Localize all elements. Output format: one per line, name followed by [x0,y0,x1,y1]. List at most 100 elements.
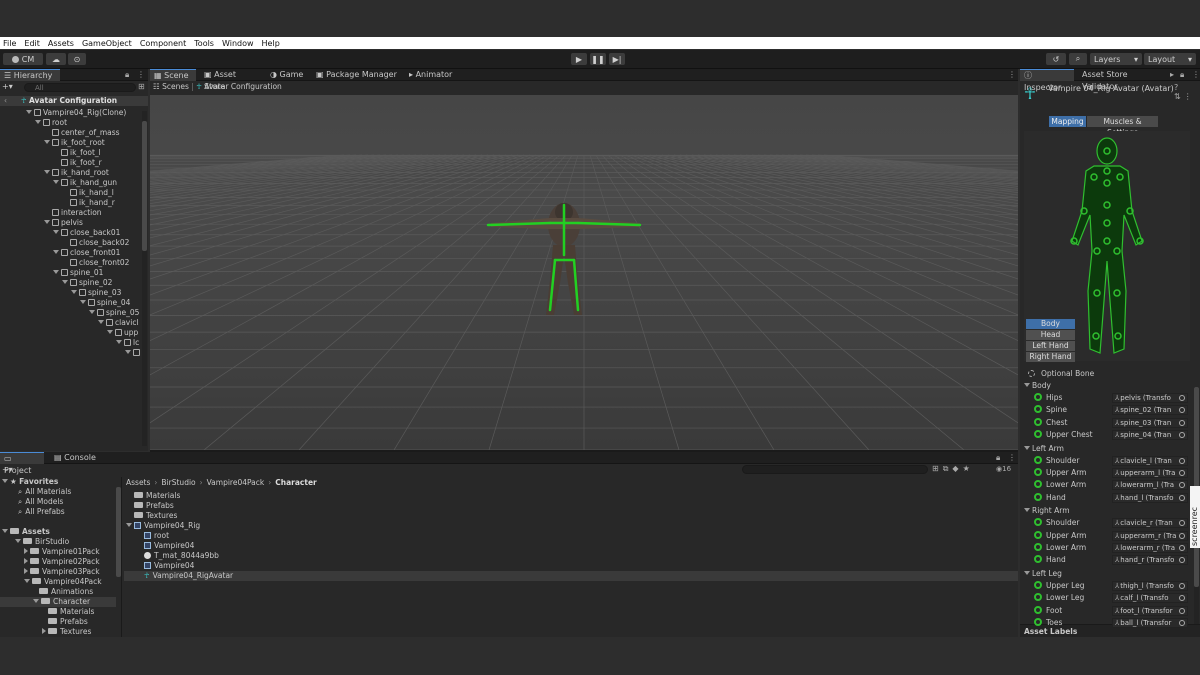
project-folder-item[interactable]: Textures [0,627,116,637]
object-picker-icon[interactable] [1179,470,1185,476]
object-picker-icon[interactable] [1179,582,1185,589]
inspector-header-icons[interactable]: ?⇅⋮ [1174,83,1200,101]
project-file-item[interactable]: Prefabs [124,501,1018,511]
step-button[interactable]: ▶| [609,53,625,65]
hierarchy-item[interactable]: close_back02 [62,238,129,248]
hierarchy-item[interactable]: close_front02 [62,258,129,268]
expand-arrow-icon[interactable] [44,140,50,144]
bone-transform-field[interactable]: ⅄ball_l (Transfor [1112,618,1188,628]
object-picker-icon[interactable] [1179,482,1185,489]
project-folder-item[interactable]: Vampire03Pack [0,567,116,577]
pause-button[interactable]: ❚❚ [590,53,606,65]
object-picker-icon[interactable] [1179,457,1185,464]
project-file-item[interactable]: T_mat_8044a9bb [124,551,1018,561]
more-icon[interactable]: ⋮ [1008,70,1016,79]
tab-asset-store[interactable]: ▣ Asset Store [200,69,262,91]
expand-arrow-icon[interactable] [53,180,59,184]
hierarchy-item[interactable]: ik_hand_gun [53,178,117,188]
tab-game[interactable]: ◑ Game [266,69,308,81]
expand-arrow-icon[interactable] [89,310,95,314]
bone-transform-field[interactable]: ⅄hand_r (Transfo [1112,555,1188,566]
add-icon[interactable]: +▾ [2,465,13,474]
project-folder-item[interactable]: Prefabs [0,617,116,627]
expand-arrow-icon[interactable] [35,120,41,124]
project-folder-item[interactable]: Animations [0,587,116,597]
object-picker-icon[interactable] [1179,494,1185,501]
asset-labels-header[interactable]: Asset Labels [1024,627,1077,636]
hierarchy-item[interactable]: interaction [44,208,102,218]
expand-arrow-icon[interactable] [24,568,28,574]
expand-arrow-icon[interactable] [53,250,59,254]
expand-arrow-icon[interactable] [98,320,104,324]
bone-transform-field[interactable]: ⅄thigh_l (Transfo [1112,580,1188,591]
breadcrumb-item[interactable]: Assets [126,478,150,487]
breadcrumb-scenes[interactable]: Scenes [162,82,189,91]
lock-icon[interactable]: 🔒︎ [125,70,129,80]
search-button[interactable]: ⌕ [1069,53,1087,65]
hierarchy-item[interactable]: spine_04 [80,298,130,308]
collab-button[interactable]: ⊙ [68,53,86,65]
lock-icon[interactable]: 🔒︎ [1180,70,1184,80]
hierarchy-item[interactable]: clavicl [98,318,139,328]
hierarchy-item[interactable]: pelvis [44,218,83,228]
hierarchy-scrollbar[interactable] [142,111,147,446]
account-button[interactable]: CM [3,53,43,65]
expand-arrow-icon[interactable] [62,280,68,284]
bone-transform-field[interactable]: ⅄calf_l (Transfo [1112,593,1188,604]
hierarchy-item[interactable]: ik_hand_r [62,198,115,208]
hierarchy-item[interactable]: center_of_mass [44,128,120,138]
body-part-button-right-hand[interactable]: Right Hand [1026,352,1075,362]
project-folder-item[interactable]: Materials [0,607,116,617]
menu-item-edit[interactable]: Edit [24,39,40,48]
expand-arrow-icon[interactable] [44,220,50,224]
expand-arrow-icon[interactable] [53,230,59,234]
object-picker-icon[interactable] [1179,557,1185,564]
play-button[interactable]: ▶ [571,53,587,65]
bone-transform-field[interactable]: ⅄spine_04 (Tran [1112,430,1188,441]
layers-dropdown[interactable]: Layers ▾ [1090,53,1142,65]
cloud-button[interactable]: ☁ [46,53,66,65]
project-folder-item[interactable]: Vampire04Pack [0,577,116,587]
bone-transform-field[interactable]: ⅄hand_l (Transfo [1112,492,1188,503]
bone-transform-field[interactable]: ⅄clavicle_r (Tran [1112,518,1188,529]
expand-arrow-icon[interactable] [71,290,77,294]
object-picker-icon[interactable] [1179,545,1185,551]
hierarchy-item[interactable]: spine_03 [71,288,121,298]
tab-animator[interactable]: ▸ Animator [405,69,463,81]
menu-item-gameobject[interactable]: GameObject [82,39,132,48]
bone-transform-field[interactable]: ⅄lowerarm_l (Tra [1112,480,1188,491]
object-picker-icon[interactable] [1179,532,1185,539]
assets-header[interactable]: Assets [2,527,50,537]
bone-section-header[interactable]: Left Arm [1024,444,1064,453]
bone-transform-field[interactable]: ⅄upperarm_l (Tra [1112,468,1188,478]
expand-arrow-icon[interactable] [116,340,122,344]
tab-mapping[interactable]: Mapping [1049,116,1086,127]
more-icon[interactable]: ⋮ [137,70,145,79]
project-folder-item[interactable]: BirStudio [0,537,116,547]
bone-section-header[interactable]: Body [1024,381,1051,390]
project-file-item[interactable]: ☥ Vampire04_RigAvatar [124,571,1018,581]
expand-arrow-icon[interactable] [125,350,131,354]
expand-arrow-icon[interactable] [80,300,86,304]
object-picker-icon[interactable] [1179,607,1185,614]
filter-icon[interactable]: ⊞ [138,82,145,91]
hierarchy-item[interactable]: upp [107,328,138,338]
expand-arrow-icon[interactable] [126,523,132,527]
bone-section-header[interactable]: Left Leg [1024,569,1062,578]
project-file-item[interactable]: Vampire04_Rig [124,521,1018,531]
tab-asset-store-validator[interactable]: Asset Store Validator [1078,69,1168,91]
hierarchy-item[interactable]: ik_hand_l [62,188,114,198]
hierarchy-item[interactable] [125,348,140,358]
tab-hierarchy[interactable]: ☰ Hierarchy [0,69,60,81]
menu-item-window[interactable]: Window [222,39,254,48]
project-filter-icons[interactable]: ⊞⧉◆★ [932,464,974,474]
favorite-item[interactable]: ⌕ All Prefabs [18,507,65,517]
menu-item-component[interactable]: Component [140,39,186,48]
object-picker-icon[interactable] [1179,432,1185,439]
object-picker-icon[interactable] [1179,407,1185,414]
expand-arrow-icon[interactable] [42,628,46,634]
hierarchy-item[interactable]: spine_01 [53,268,103,278]
hierarchy-search-input[interactable] [24,83,136,92]
project-folder-item[interactable]: Vampire02Pack [0,557,116,567]
body-part-button-head[interactable]: Head [1026,330,1075,340]
